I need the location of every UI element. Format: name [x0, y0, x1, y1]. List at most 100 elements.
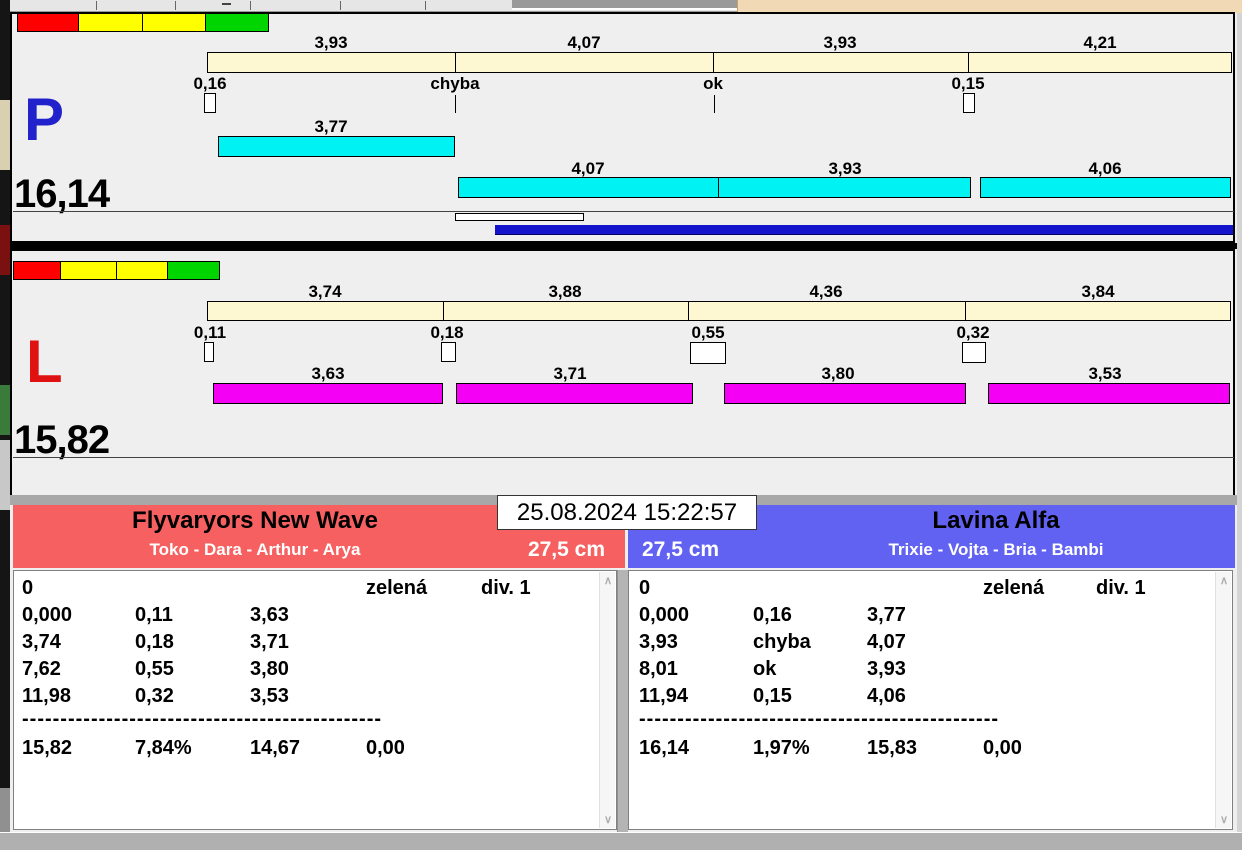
- total-percent: 7,84%: [135, 737, 192, 760]
- scroll-down-icon[interactable]: ∨: [1216, 813, 1232, 826]
- team-left-data-panel[interactable]: [13, 570, 617, 830]
- dog-run-bar: [456, 383, 693, 404]
- penalty-value: 0: [22, 577, 33, 600]
- split-time-label: 3,84: [1038, 282, 1158, 302]
- dog-run-bar: [213, 383, 443, 404]
- total-time: 15,82: [22, 737, 72, 760]
- exchange-marker-box: [690, 342, 726, 364]
- rerun-time-label: 3,93: [785, 159, 905, 179]
- exchange-time-label: chyba: [395, 74, 515, 94]
- sliver-fragment: [0, 100, 10, 170]
- total-time: 16,14: [639, 737, 689, 760]
- team-right-data-panel[interactable]: [628, 570, 1233, 830]
- scrollbar[interactable]: ∧ ∨: [599, 572, 615, 828]
- split-time-label: 3,93: [271, 33, 391, 53]
- total-penalty: 0,00: [366, 737, 405, 760]
- split-divider: [455, 52, 456, 73]
- scroll-up-icon[interactable]: ∧: [600, 574, 616, 587]
- status-value: zelená: [366, 577, 427, 600]
- dog-time-label: 3,63: [268, 364, 388, 384]
- exchange-marker-box: [204, 93, 216, 113]
- lane-p-total: 16,14: [14, 174, 109, 214]
- table-cell: 3,74: [22, 631, 61, 654]
- rerun-time-label: 4,06: [1045, 159, 1165, 179]
- split-divider: [965, 301, 966, 321]
- total-net: 15,83: [867, 737, 917, 760]
- chrome-tick: [425, 1, 426, 10]
- rerun-divider: [718, 177, 719, 198]
- start-light-green: [167, 261, 220, 280]
- total-net: 14,67: [250, 737, 300, 760]
- scroll-down-icon[interactable]: ∨: [600, 813, 616, 826]
- dog-time-label: 3,71: [510, 364, 630, 384]
- chrome-tick: [175, 1, 176, 10]
- split-time-label: 4,36: [766, 282, 886, 302]
- total-percent: 1,97%: [753, 737, 810, 760]
- exchange-time-label: ok: [653, 74, 773, 94]
- status-value: zelená: [983, 577, 1044, 600]
- exchange-marker-box: [963, 93, 975, 113]
- dog-time-label: 3,77: [271, 117, 391, 137]
- exchange-marker-box: [962, 342, 986, 363]
- table-cell: ok: [753, 658, 776, 681]
- sliver-fragment: [0, 225, 10, 275]
- exchange-time-label: 0,16: [150, 74, 270, 94]
- split-divider: [713, 52, 714, 73]
- split-time-label: 3,74: [265, 282, 385, 302]
- rerun-time-label: 4,07: [528, 159, 648, 179]
- team-right-name: Lavina Alfa: [757, 507, 1235, 535]
- table-cell: 4,07: [867, 631, 906, 654]
- split-divider: [688, 301, 689, 321]
- table-cell: 3,80: [250, 658, 289, 681]
- table-cell: 0,000: [22, 604, 72, 627]
- chrome-tick: [96, 1, 97, 10]
- exchange-window-bar: [455, 213, 584, 221]
- division-value: div. 1: [481, 577, 531, 600]
- split-divider: [968, 52, 969, 73]
- table-cell: 3,71: [250, 631, 289, 654]
- dog-run-bar: [724, 383, 966, 404]
- lane-p-baseline: [13, 211, 1234, 212]
- start-light-yellow: [60, 261, 117, 280]
- timing-app-window: 3,93 4,07 3,93 4,21 0,16 chyba ok 0,15 3…: [0, 0, 1242, 850]
- table-cell: 3,77: [867, 604, 906, 627]
- dog-time-label: 3,53: [1045, 364, 1165, 384]
- progress-bar: [495, 225, 1233, 235]
- sliver-fragment: [0, 385, 10, 435]
- data-panel-divider: [617, 570, 628, 832]
- start-light-red: [13, 261, 61, 280]
- exchange-marker-tick: [714, 95, 715, 113]
- minimize-icon[interactable]: [222, 3, 231, 5]
- division-value: div. 1: [1096, 577, 1146, 600]
- start-light-yellow: [78, 13, 143, 32]
- table-cell: 0,32: [135, 685, 174, 708]
- split-time-label: 3,88: [505, 282, 625, 302]
- scroll-up-icon[interactable]: ∧: [1216, 574, 1232, 587]
- lane-l-total: 15,82: [14, 420, 109, 460]
- exchange-marker-box: [441, 342, 456, 362]
- team-right-members: Trixie - Vojta - Bria - Bambi: [757, 540, 1235, 560]
- table-cell: 11,94: [639, 685, 688, 708]
- table-separator: ----------------------------------------…: [639, 708, 999, 731]
- split-bar: [207, 301, 1231, 321]
- exchange-time-label: 0,32: [913, 323, 1033, 343]
- sliver-fragment: [0, 440, 10, 510]
- table-cell: 4,06: [867, 685, 906, 708]
- split-time-label: 4,21: [1040, 33, 1160, 53]
- table-cell: 3,93: [867, 658, 906, 681]
- table-cell: chyba: [753, 631, 811, 654]
- table-separator: ----------------------------------------…: [22, 708, 382, 731]
- table-cell: 0,18: [135, 631, 174, 654]
- exchange-time-label: 0,55: [648, 323, 768, 343]
- scrollbar[interactable]: ∧ ∨: [1215, 572, 1231, 828]
- dog-time-label: 3,80: [778, 364, 898, 384]
- table-cell: 3,63: [250, 604, 289, 627]
- table-cell: 0,55: [135, 658, 174, 681]
- start-light-yellow: [116, 261, 168, 280]
- exchange-time-label: 0,15: [908, 74, 1028, 94]
- chrome-tick: [250, 1, 251, 10]
- table-cell: 0,000: [639, 604, 689, 627]
- table-cell: 0,16: [753, 604, 792, 627]
- rerun-run-bar: [980, 177, 1231, 198]
- desktop-sliver: [0, 0, 10, 850]
